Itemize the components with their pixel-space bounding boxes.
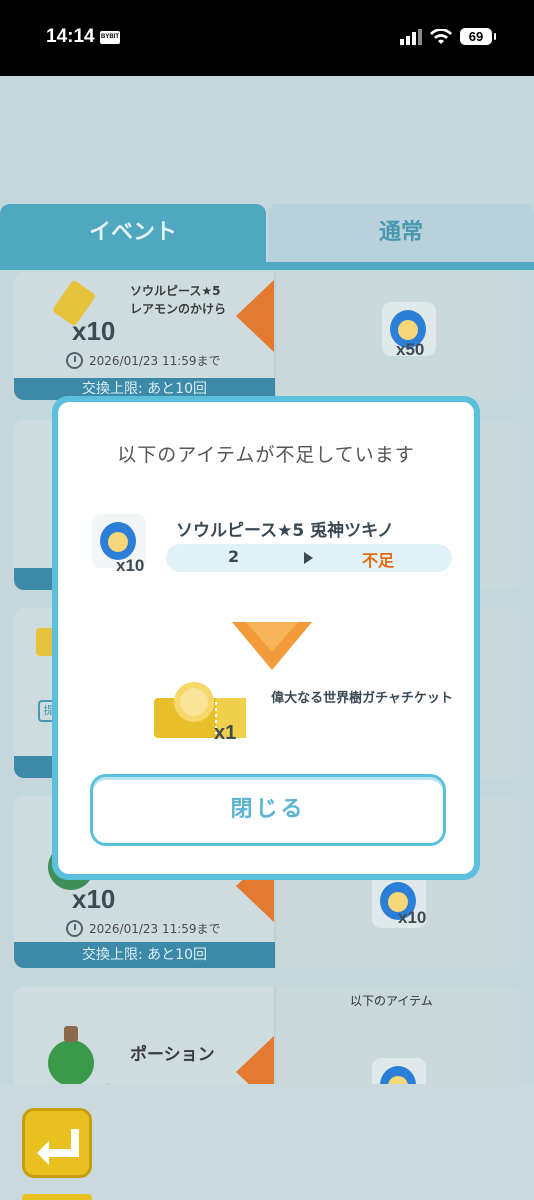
- shortage-dialog: 以下のアイテムが不足しています x10 ソウルピース★5 兎神ツキノ 2 不足 …: [52, 396, 480, 880]
- exchange-card[interactable]: ソウルピース★5 レアモンのかけら x10 2026/01/23 11:59まで…: [14, 272, 520, 400]
- card-date: 2026/01/23 11:59まで: [89, 922, 221, 936]
- orange-arrow-icon: [236, 278, 276, 354]
- back-arrow-icon: [37, 1129, 79, 1165]
- dialog-title: 以下のアイテムが不足しています: [117, 444, 415, 466]
- clock-icon: [66, 920, 83, 937]
- reward-mult: x1: [214, 722, 237, 744]
- status-bar: 14:14 BYBIT 69: [0, 0, 534, 76]
- card-item-name: ポーション: [130, 1045, 215, 1065]
- card-qty: x10: [72, 316, 116, 346]
- reward-mult: x10: [398, 908, 427, 927]
- card-limit: 交換上限: あと10回: [14, 942, 275, 968]
- shortage-label: 不足: [362, 551, 395, 570]
- signal-icon: [400, 28, 422, 45]
- card-item-subname: レアモンのかけら: [130, 302, 227, 316]
- second-button-edge: [22, 1194, 92, 1200]
- tab-underline: [0, 262, 534, 270]
- reward-mult: x50: [396, 340, 425, 359]
- item-mult: x10: [116, 556, 145, 575]
- reward-name: 偉大なる世界樹ガチャチケット: [271, 691, 453, 706]
- card-right-text: 以下のアイテム: [350, 994, 433, 1008]
- status-icons: 69: [400, 28, 496, 45]
- orange-down-arrow-icon: [232, 622, 312, 670]
- card-deadline: 2026/01/23 11:59まで: [66, 352, 221, 369]
- status-time: 14:14: [46, 26, 95, 47]
- item-name: ソウルピース★5 兎神ツキノ: [176, 521, 394, 541]
- tab-event[interactable]: イベント: [0, 204, 266, 266]
- have-count: 2: [228, 547, 240, 566]
- close-button[interactable]: 閉じる: [90, 774, 446, 846]
- card-qty: x10: [72, 884, 116, 914]
- card-item-name: ソウルピース★5: [130, 284, 221, 298]
- app-badge-icon: BYBIT: [100, 31, 120, 44]
- card-reward-area: x50: [276, 272, 520, 400]
- dialog-body: 以下のアイテムが不足しています x10 ソウルピース★5 兎神ツキノ 2 不足 …: [58, 402, 474, 874]
- clock-icon: [66, 352, 83, 369]
- tab-normal[interactable]: 通常: [268, 204, 534, 266]
- triangle-right-icon: [304, 552, 313, 564]
- card-date: 2026/01/23 11:59まで: [89, 354, 221, 368]
- battery-icon: 69: [460, 28, 496, 45]
- wifi-icon: [430, 28, 452, 44]
- quantity-bar: 2 不足: [166, 544, 452, 572]
- card-deadline: 2026/01/23 11:59まで: [66, 920, 221, 937]
- back-button[interactable]: [22, 1108, 92, 1178]
